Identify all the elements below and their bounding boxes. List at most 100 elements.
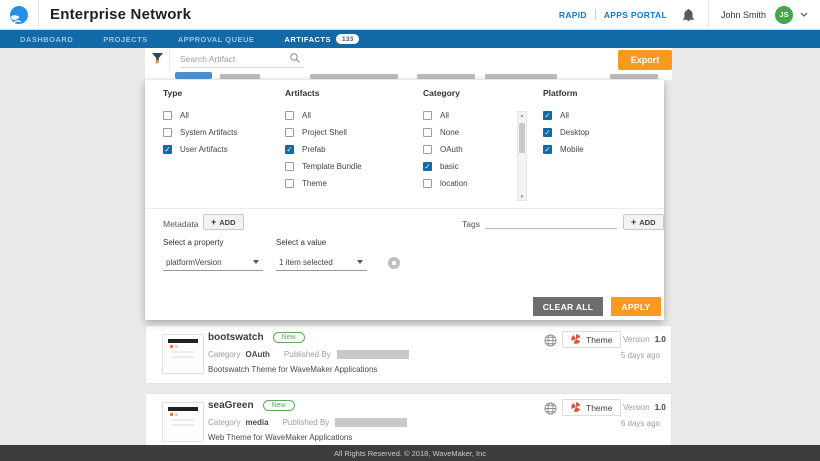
checkbox-checked[interactable]: ✓ (543, 128, 552, 137)
globe-icon[interactable] (544, 334, 557, 347)
published-by-redacted (337, 350, 409, 359)
metadata-add-button[interactable]: +ADD (203, 214, 244, 230)
checkbox-option-mobile[interactable]: ✓ Mobile (543, 141, 589, 158)
bell-icon[interactable] (683, 9, 694, 21)
checkbox-label: Mobile (560, 145, 584, 154)
theme-paint-icon (571, 334, 581, 346)
remove-circle-icon[interactable] (388, 257, 400, 269)
filter-group-artifacts: Artifacts All Project Shell✓PrefabTemplate… (285, 88, 362, 192)
checkbox-checked[interactable]: ✓ (423, 162, 432, 171)
app-title: Enterprise Network (50, 6, 191, 23)
artifact-name[interactable]: seaGreen (208, 400, 254, 411)
scroll-thumb[interactable] (519, 123, 525, 153)
category-value: OAuth (245, 350, 269, 359)
checkbox-label: None (440, 128, 459, 137)
artifact-description: Bootswatch Theme for WaveMaker Applicati… (208, 365, 377, 374)
checkbox-option-prefab[interactable]: ✓Prefab (285, 141, 362, 158)
published-by-redacted (335, 418, 407, 427)
checkbox-unchecked[interactable] (285, 179, 294, 188)
checkbox-checked[interactable]: ✓ (285, 145, 294, 154)
link-divider (595, 9, 596, 20)
obscured-fragment (310, 74, 398, 79)
nav-tab-approval-queue[interactable]: APPROVAL QUEUE (178, 35, 255, 44)
category-label: Category (208, 350, 240, 359)
checkbox-unchecked[interactable] (423, 128, 432, 137)
checkbox-unchecked[interactable] (423, 145, 432, 154)
checkbox-option-all[interactable]: All (285, 107, 362, 124)
published-by-label: Published By (284, 350, 331, 359)
checkbox-option-project-shell[interactable]: Project Shell (285, 124, 362, 141)
property-selected-value: platformVersion (166, 258, 222, 267)
property-label: Select a property (163, 238, 223, 247)
checkbox-label: All (302, 111, 311, 120)
checkbox-unchecked[interactable] (285, 111, 294, 120)
export-button[interactable]: Export (618, 50, 672, 70)
obscured-fragment (485, 74, 557, 79)
checkbox-option-system-artifacts[interactable]: System Artifacts (163, 124, 237, 141)
nav-tab-artifacts[interactable]: ARTIFACTS133 (284, 34, 359, 44)
user-divider (708, 0, 709, 30)
value-selected-value: 1 item selected (279, 258, 333, 267)
checkbox-unchecked[interactable] (163, 128, 172, 137)
thumbnail-header-bar (168, 407, 198, 411)
artifact-type-badge: Theme (562, 331, 621, 348)
checkbox-label: User Artifacts (180, 145, 228, 154)
tags-input[interactable] (485, 214, 617, 229)
rapid-link[interactable]: RAPID (559, 10, 587, 20)
nav-tab-label: APPROVAL QUEUE (178, 35, 255, 44)
nav-tab-label: ARTIFACTS (284, 35, 331, 44)
scroll-up-arrow[interactable]: ▲ (518, 113, 526, 118)
apps-portal-link[interactable]: APPS PORTAL (604, 10, 667, 20)
version-label: Version (623, 335, 650, 344)
checkbox-label: All (560, 111, 569, 120)
checkbox-unchecked[interactable] (423, 111, 432, 120)
type-badge-label: Theme (586, 335, 612, 345)
checkbox-unchecked[interactable] (285, 162, 294, 171)
chevron-down-icon[interactable] (800, 12, 808, 17)
nav-tab-dashboard[interactable]: DASHBOARD (20, 35, 73, 44)
checkbox-unchecked[interactable] (423, 179, 432, 188)
clear-all-button[interactable]: CLEAR ALL (533, 297, 603, 316)
globe-icon[interactable] (544, 402, 557, 415)
scroll-down-arrow[interactable]: ▼ (518, 194, 526, 199)
artifact-thumbnail (162, 402, 204, 442)
tags-label: Tags (462, 219, 480, 229)
published-by-label: Published By (283, 418, 330, 427)
magnifier-icon[interactable] (290, 50, 300, 68)
checkbox-option-all[interactable]: ✓ All (543, 107, 589, 124)
checkbox-unchecked[interactable] (163, 111, 172, 120)
category-label: Category (208, 418, 240, 427)
filter-group-title: Type (163, 88, 237, 98)
checkbox-option-template-bundle[interactable]: Template Bundle (285, 158, 362, 175)
footer-text: All Rights Reserved. © 2018, WaveMaker, … (334, 449, 486, 458)
nav-tab-projects[interactable]: PROJECTS (103, 35, 147, 44)
property-select[interactable]: platformVersion (163, 254, 263, 271)
new-badge: New (273, 332, 305, 343)
apply-button[interactable]: APPLY (611, 297, 661, 316)
footer: All Rights Reserved. © 2018, WaveMaker, … (0, 445, 820, 461)
checkbox-checked[interactable]: ✓ (163, 145, 172, 154)
type-badge-label: Theme (586, 403, 612, 413)
checkbox-unchecked[interactable] (285, 128, 294, 137)
filter-group-title: Artifacts (285, 88, 362, 98)
avatar[interactable]: JS (775, 6, 793, 24)
artifact-name[interactable]: bootswatch (208, 332, 264, 343)
category-scrollbar[interactable]: ▲▼ (517, 111, 527, 201)
caret-down-icon (357, 260, 363, 264)
artifact-thumbnail (162, 334, 204, 374)
checkbox-option-all[interactable]: All (163, 107, 237, 124)
value-select[interactable]: 1 item selected (276, 254, 367, 271)
filter-toggle-button[interactable] (145, 48, 170, 71)
artifact-card-seagreen[interactable]: seaGreenNewCategorymediaPublished ByWeb … (145, 393, 672, 452)
checkbox-checked[interactable]: ✓ (543, 145, 552, 154)
search-field (180, 52, 304, 68)
tags-add-button[interactable]: +ADD (623, 214, 664, 230)
checkbox-checked[interactable]: ✓ (543, 111, 552, 120)
checkbox-option-theme[interactable]: Theme (285, 175, 362, 192)
artifact-card-bootswatch[interactable]: bootswatch New Category OAuth Published By Bo… (145, 325, 672, 384)
nav-tab-label: PROJECTS (103, 35, 147, 44)
checkbox-option-desktop[interactable]: ✓Desktop (543, 124, 589, 141)
wavemaker-swirl-icon[interactable] (9, 5, 29, 25)
search-input[interactable] (180, 54, 290, 64)
checkbox-option-user-artifacts[interactable]: ✓ User Artifacts (163, 141, 237, 158)
